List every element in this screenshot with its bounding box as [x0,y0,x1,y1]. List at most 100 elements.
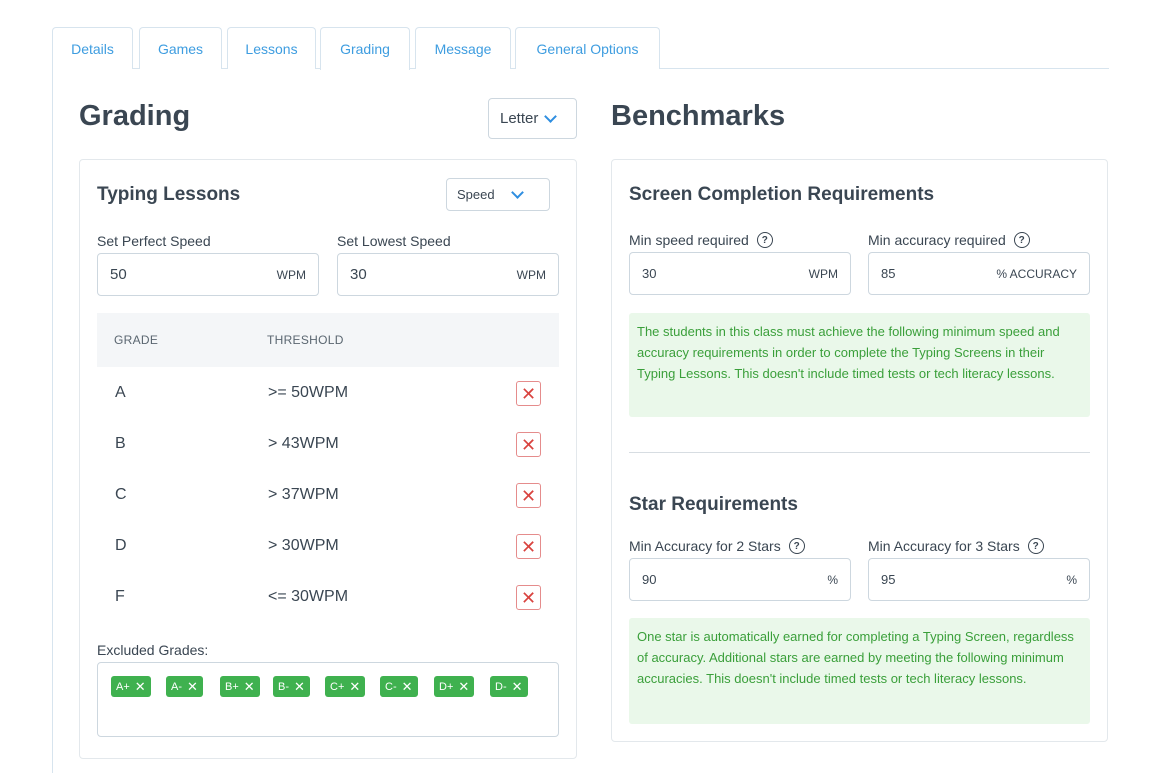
typing-lessons-title: Typing Lessons [97,184,241,205]
remove-icon[interactable]: ✕ [187,679,198,695]
lowest-speed-label: Set Lowest Speed [337,233,451,249]
grading-scale-select[interactable]: Letter [488,98,577,139]
grade-threshold: > 43WPM [268,435,339,452]
help-icon[interactable]: ? [756,232,773,248]
tab-label: Grading [340,41,390,57]
excluded-grade-chip[interactable]: D+ ✕ [434,676,475,697]
tab-label: Lessons [245,40,298,57]
tab-lessons[interactable]: Lessons [227,27,316,69]
lowest-speed-unit: WPM [516,267,546,282]
two-stars-unit: % [827,572,838,587]
perfect-speed-label: Set Perfect Speed [97,233,211,249]
excluded-grade-chip[interactable]: C+ ✕ [325,676,366,697]
lowest-speed-field[interactable]: 30 WPM [337,253,559,296]
chip-label: B+ [225,680,239,693]
section-divider [629,452,1090,453]
help-icon[interactable]: ? [1027,538,1044,554]
tab-message[interactable]: Message [415,27,511,69]
two-stars-field[interactable]: 90 % [629,558,851,601]
column-header-threshold: THRESHOLD [267,333,344,347]
three-stars-label-text: Min Accuracy for 3 Stars [868,538,1020,554]
grading-scale-value: Letter [500,110,539,127]
perfect-speed-value: 50 [110,266,127,283]
delete-grade-button[interactable]: ✕ [516,381,541,406]
remove-icon[interactable]: ✕ [512,679,523,695]
chip-label: C- [385,680,397,693]
delete-grade-button[interactable]: ✕ [516,432,541,457]
star-requirements-note: One star is automatically earned for com… [629,618,1090,724]
tab-label: Details [71,40,114,57]
remove-icon[interactable]: ✕ [244,679,255,695]
min-accuracy-unit: % ACCURACY [996,266,1077,281]
min-speed-field[interactable]: 30 WPM [629,252,851,295]
excluded-grade-chip[interactable]: A+ ✕ [111,676,151,697]
benchmarks-title: Benchmarks [611,100,786,132]
three-stars-unit: % [1066,572,1077,587]
chip-label: A- [171,680,182,693]
excluded-grades-box[interactable] [97,662,559,737]
excluded-grade-chip[interactable]: C- ✕ [380,676,418,697]
min-accuracy-label: Min accuracy required ? [868,232,1030,248]
help-icon[interactable]: ? [788,538,805,554]
grade-letter: A [115,384,126,401]
tab-label: General Options [536,40,639,57]
remove-icon[interactable]: ✕ [458,679,469,695]
delete-grade-button[interactable]: ✕ [516,585,541,610]
min-speed-unit: WPM [808,266,838,281]
excluded-grade-chip[interactable]: D- ✕ [490,676,528,697]
delete-grade-button[interactable]: ✕ [516,483,541,508]
tab-games[interactable]: Games [139,27,222,69]
excluded-grades-label: Excluded Grades: [97,642,209,658]
grading-title: Grading [79,100,191,132]
chevron-down-icon [510,186,524,199]
metric-select-value: Speed [457,187,495,202]
excluded-grade-chip[interactable]: B- ✕ [273,676,310,697]
remove-icon[interactable]: ✕ [135,679,146,695]
chevron-down-icon [544,110,558,123]
perfect-speed-unit: WPM [276,267,306,282]
remove-icon[interactable]: ✕ [294,679,305,695]
delete-grade-button[interactable]: ✕ [516,534,541,559]
chip-label: D+ [439,680,454,693]
grade-threshold: <= 30WPM [268,588,349,605]
grade-threshold: > 37WPM [268,486,339,503]
two-stars-label: Min Accuracy for 2 Stars ? [629,538,805,554]
excluded-grade-chip[interactable]: B+ ✕ [220,676,260,697]
tab-bar: Details Games Lessons Grading Message Ge… [52,27,1109,70]
min-accuracy-label-text: Min accuracy required [868,232,1006,248]
chip-label: C+ [330,680,345,693]
grade-letter: B [115,435,126,452]
min-speed-label-text: Min speed required [629,232,749,248]
min-accuracy-field[interactable]: 85 % ACCURACY [868,252,1090,295]
tab-label: Message [434,40,492,57]
min-speed-value: 30 [642,266,657,281]
metric-select[interactable]: Speed [446,178,550,211]
grade-letter: C [115,486,127,503]
chip-label: A+ [116,680,130,693]
grade-threshold: >= 50WPM [268,384,349,401]
min-speed-label: Min speed required ? [629,232,773,248]
tab-label: Games [157,40,204,57]
two-stars-value: 90 [642,572,657,587]
remove-icon[interactable]: ✕ [402,679,413,695]
tab-grading[interactable]: Grading [320,27,410,70]
screen-completion-note: The students in this class must achieve … [629,313,1090,417]
lowest-speed-value: 30 [350,266,367,283]
three-stars-field[interactable]: 95 % [868,558,1090,601]
column-header-grade: GRADE [114,333,159,347]
chip-label: B- [278,680,289,693]
three-stars-value: 95 [881,572,896,587]
tab-general-options[interactable]: General Options [515,27,660,69]
grade-letter: F [115,588,125,605]
grade-threshold: > 30WPM [268,537,339,554]
chip-label: D- [495,680,507,693]
help-icon[interactable]: ? [1013,232,1030,248]
two-stars-label-text: Min Accuracy for 2 Stars [629,538,781,554]
three-stars-label: Min Accuracy for 3 Stars ? [868,538,1044,554]
tab-details[interactable]: Details [52,27,133,69]
min-accuracy-value: 85 [881,266,896,281]
excluded-grade-chip[interactable]: A- ✕ [166,676,203,697]
star-requirements-title: Star Requirements [629,494,798,515]
perfect-speed-field[interactable]: 50 WPM [97,253,319,296]
remove-icon[interactable]: ✕ [349,679,360,695]
